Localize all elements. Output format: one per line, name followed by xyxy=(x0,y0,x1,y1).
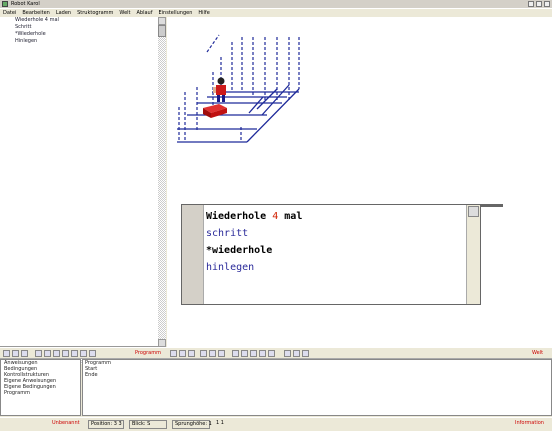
status-extra: 1 1 xyxy=(214,420,238,429)
output-line: Ende xyxy=(85,372,98,378)
code-editor[interactable]: Wiederhole 4 mal schritt *wiederhole hinleg… xyxy=(181,204,481,305)
tree-item[interactable]: Wiederhole 4 mal xyxy=(15,17,59,24)
editor-vertical-scrollbar[interactable] xyxy=(466,205,480,304)
scroll-thumb[interactable] xyxy=(158,25,166,37)
code-line[interactable]: *wiederhole xyxy=(206,242,302,259)
status-height: Sprunghöhe: 1 xyxy=(172,420,212,429)
brick-icon xyxy=(203,104,227,118)
title-bar: Robot Karol xyxy=(0,0,552,9)
skip-icon[interactable] xyxy=(80,350,87,357)
program-label: Programm xyxy=(135,350,161,356)
status-bar: Unbenannt Position: 3 3 Blick: S Sprungh… xyxy=(0,417,552,431)
app-window: Robot Karol Datei Bearbeiten Laden Struk… xyxy=(0,0,552,431)
editor-gutter xyxy=(182,205,204,304)
code-token: *wiederhole xyxy=(206,245,273,256)
program-tree-panel: Wiederhole 4 mal Schritt *Wiederhole Hin… xyxy=(0,17,166,364)
status-position: Position: 3 3 xyxy=(88,420,124,429)
menu-item[interactable]: Struktogramm xyxy=(77,10,113,16)
step-forward-icon[interactable] xyxy=(250,350,257,357)
code-token: mal xyxy=(278,211,303,222)
status-file: Unbenannt xyxy=(50,420,85,429)
scroll-up-icon[interactable] xyxy=(468,206,479,217)
stop-icon[interactable] xyxy=(71,350,78,357)
menu-item[interactable]: Datei xyxy=(3,10,16,16)
status-ok-icon xyxy=(2,420,12,429)
tree-item[interactable]: *Wiederhole xyxy=(15,31,59,38)
view-2d-icon[interactable] xyxy=(200,350,207,357)
app-icon xyxy=(2,1,8,7)
window-controls xyxy=(528,1,550,7)
world-grid xyxy=(177,34,300,143)
debug-icon[interactable] xyxy=(89,350,96,357)
tree-item[interactable]: Schritt xyxy=(15,24,59,31)
window-title: Robot Karol xyxy=(11,1,40,7)
instruction-category[interactable]: Programm xyxy=(1,390,80,396)
pick-brick-icon[interactable] xyxy=(268,350,275,357)
pause-icon[interactable] xyxy=(62,350,69,357)
scroll-up-icon[interactable] xyxy=(158,17,166,25)
output-panel: Programm Start Ende xyxy=(82,359,552,416)
status-info: Information xyxy=(513,420,550,429)
status-direction: Blick: S xyxy=(129,420,167,429)
open-icon[interactable] xyxy=(12,350,19,357)
code-text[interactable]: Wiederhole 4 mal schritt *wiederhole hinleg… xyxy=(206,208,302,276)
tree-item[interactable]: Hinlegen xyxy=(15,38,59,45)
fast-forward-icon[interactable] xyxy=(53,350,60,357)
menu-item[interactable]: Bearbeiten xyxy=(22,10,49,16)
robot-icon xyxy=(213,77,226,102)
menu-item[interactable]: Ablauf xyxy=(137,10,153,16)
save-icon[interactable] xyxy=(21,350,28,357)
code-line[interactable]: schritt xyxy=(206,225,302,242)
view-3d-icon[interactable] xyxy=(209,350,216,357)
scroll-down-icon[interactable] xyxy=(158,339,166,347)
menu-item[interactable]: Einstellungen xyxy=(158,10,192,16)
world-open-icon[interactable] xyxy=(179,350,186,357)
menu-item[interactable]: Hilfe xyxy=(198,10,209,16)
new-icon[interactable] xyxy=(3,350,10,357)
maximize-icon[interactable] xyxy=(536,1,542,7)
run-icon[interactable] xyxy=(35,350,42,357)
instruction-tree: Anweisungen Bedingungen Kontrollstruktur… xyxy=(0,359,81,416)
world-new-icon[interactable] xyxy=(170,350,177,357)
world-label: Welt xyxy=(532,350,544,356)
mark-icon[interactable] xyxy=(284,350,291,357)
turn-left-icon[interactable] xyxy=(232,350,239,357)
toolbar: Programm Welt xyxy=(0,347,552,359)
menu-bar: Datei Bearbeiten Laden Struktogramm Welt… xyxy=(0,9,552,17)
step-icon[interactable] xyxy=(44,350,51,357)
close-icon[interactable] xyxy=(544,1,550,7)
code-token: schritt xyxy=(206,228,249,239)
camera-icon[interactable] xyxy=(218,350,225,357)
turn-right-icon[interactable] xyxy=(241,350,248,357)
tree-vertical-scrollbar[interactable] xyxy=(158,17,166,347)
program-tree: Wiederhole 4 mal Schritt *Wiederhole Hin… xyxy=(15,17,59,45)
code-token: Wiederhole xyxy=(206,211,273,222)
code-line[interactable]: hinlegen xyxy=(206,259,302,276)
menu-item[interactable]: Laden xyxy=(56,10,71,16)
code-line[interactable]: Wiederhole 4 mal xyxy=(206,208,302,225)
unmark-icon[interactable] xyxy=(293,350,300,357)
minimize-icon[interactable] xyxy=(528,1,534,7)
code-token: hinlegen xyxy=(206,262,255,273)
menu-item[interactable]: Welt xyxy=(119,10,130,16)
lay-brick-icon[interactable] xyxy=(259,350,266,357)
world-save-icon[interactable] xyxy=(188,350,195,357)
block-icon[interactable] xyxy=(302,350,309,357)
